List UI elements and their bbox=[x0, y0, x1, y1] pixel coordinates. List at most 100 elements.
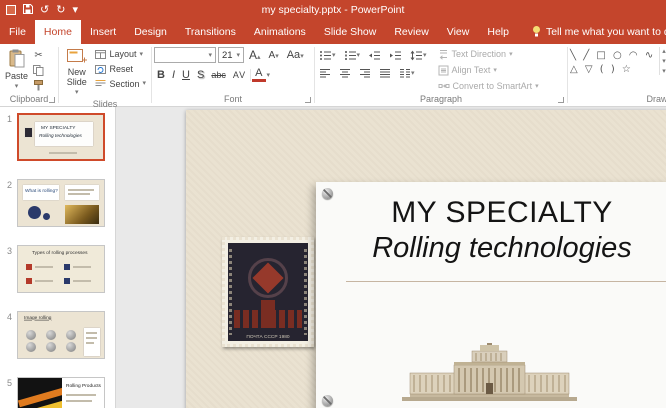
align-left-button[interactable] bbox=[317, 67, 333, 80]
save-button[interactable] bbox=[23, 4, 33, 17]
decrease-indent-button[interactable] bbox=[366, 49, 383, 62]
caret-down-icon: ▾ bbox=[75, 89, 79, 96]
shapes-more-icon[interactable]: ▾ bbox=[662, 67, 666, 75]
shape-gallery-row2[interactable]: △ ▽ ( ) ☆ bbox=[570, 63, 655, 77]
slide-number: 3 bbox=[2, 245, 17, 293]
customize-qat-caret-icon[interactable]: ▾ bbox=[72, 5, 78, 16]
change-case-button[interactable]: Aa▾ bbox=[284, 49, 307, 61]
cut-button[interactable]: ✂ bbox=[31, 49, 46, 62]
stamp-building-tower bbox=[261, 300, 275, 328]
increase-indent-button[interactable] bbox=[387, 49, 404, 62]
bold-button[interactable]: B bbox=[154, 69, 168, 81]
slide-5-thumbnail[interactable]: Rolling Products bbox=[17, 377, 105, 408]
undo-button[interactable]: ↺ bbox=[40, 5, 49, 16]
tab-insert[interactable]: Insert bbox=[81, 20, 125, 44]
shape-gallery-row1[interactable]: ╲ ╱ □ ○ ◠ ∿ bbox=[570, 49, 655, 63]
new-slide-button[interactable]: New Slide ▾ bbox=[61, 47, 92, 98]
thumbnail-row-1[interactable]: 1 MY SPECIALTY Rolling technologies bbox=[2, 113, 115, 161]
tab-transitions[interactable]: Transitions bbox=[176, 20, 245, 44]
copy-button[interactable] bbox=[31, 64, 46, 77]
thumb-roll-diagram bbox=[26, 330, 36, 340]
italic-button[interactable]: I bbox=[169, 69, 178, 81]
caret-down-icon[interactable]: ▾ bbox=[267, 72, 271, 79]
slide-3-thumbnail[interactable]: Types of rolling processes bbox=[17, 245, 105, 293]
paste-clipboard-icon bbox=[9, 49, 25, 71]
tab-animations[interactable]: Animations bbox=[245, 20, 315, 44]
tab-slide-show[interactable]: Slide Show bbox=[315, 20, 386, 44]
thumb-text-box bbox=[65, 185, 99, 200]
slide-1-thumbnail[interactable]: MY SPECIALTY Rolling technologies bbox=[17, 113, 105, 161]
align-center-button[interactable] bbox=[337, 67, 353, 80]
font-name-combo[interactable]: ▾ bbox=[154, 47, 216, 63]
tell-me-label: Tell me what you want to do bbox=[546, 26, 666, 38]
divider-line bbox=[346, 281, 666, 282]
underline-button[interactable]: U bbox=[179, 69, 193, 81]
ribbon-tab-bar: File Home Insert Design Transitions Anim… bbox=[0, 20, 666, 44]
font-group-label: Font bbox=[154, 93, 312, 106]
text-shadow-button[interactable]: S bbox=[194, 69, 207, 81]
format-painter-button[interactable] bbox=[31, 79, 46, 92]
caret-down-icon: ▾ bbox=[15, 83, 19, 90]
paragraph-group: ▾ ▾ ▾ bbox=[315, 44, 567, 106]
tab-help[interactable]: Help bbox=[478, 20, 518, 44]
font-color-button[interactable]: A bbox=[252, 68, 265, 82]
slide-subtitle-text[interactable]: Rolling technologies bbox=[316, 232, 666, 265]
thumb-blue-icon bbox=[64, 264, 70, 270]
columns-button[interactable]: ▾ bbox=[397, 67, 417, 80]
title-panel[interactable]: MY SPECIALTY Rolling technologies bbox=[316, 182, 666, 408]
new-slide-icon bbox=[67, 49, 87, 67]
tab-file[interactable]: File bbox=[0, 20, 35, 44]
thumb-circle-shape bbox=[43, 213, 50, 220]
current-slide[interactable]: ПОЧТА СССР 1980 MY SPECIALTY Rolling tec… bbox=[186, 110, 666, 408]
align-text-button[interactable]: Align Text▾ bbox=[435, 64, 542, 77]
bullets-button[interactable]: ▾ bbox=[317, 49, 338, 62]
thumbnail-row-3[interactable]: 3 Types of rolling processes bbox=[2, 245, 115, 293]
reset-button[interactable]: Reset bbox=[92, 63, 149, 76]
font-dialog-launcher[interactable] bbox=[305, 97, 311, 103]
screw-decor-bottom-left bbox=[322, 395, 333, 406]
section-button[interactable]: Section▾ bbox=[92, 78, 149, 91]
thumb-stamp-image bbox=[25, 128, 32, 137]
clipboard-group-label: Clipboard bbox=[2, 93, 56, 106]
thumbnail-row-2[interactable]: 2 What is rolling? bbox=[2, 179, 115, 227]
tell-me-box[interactable]: Tell me what you want to do bbox=[532, 20, 666, 44]
thumb-text-box: What is rolling? bbox=[23, 185, 59, 200]
tab-design[interactable]: Design bbox=[125, 20, 176, 44]
postage-stamp-image[interactable]: ПОЧТА СССР 1980 bbox=[222, 237, 314, 347]
font-size-combo[interactable]: 21▾ bbox=[218, 47, 244, 63]
layout-button[interactable]: Layout▾ bbox=[92, 48, 149, 61]
text-direction-button[interactable]: Text Direction▾ bbox=[435, 48, 542, 61]
line-spacing-button[interactable]: ▾ bbox=[408, 49, 429, 62]
shapes-scroll-up-icon[interactable]: ▴ bbox=[662, 47, 666, 55]
convert-to-smartart-button[interactable]: Convert to SmartArt▾ bbox=[435, 80, 542, 93]
paste-button[interactable]: Paste ▾ bbox=[2, 47, 31, 92]
powerpoint-app-icon bbox=[6, 5, 16, 15]
thumb-roll-diagram bbox=[66, 330, 76, 340]
thumbnail-row-4[interactable]: 4 Image rolling bbox=[2, 311, 115, 359]
slide-4-thumbnail[interactable]: Image rolling bbox=[17, 311, 105, 359]
shapes-scroll-down-icon[interactable]: ▾ bbox=[662, 57, 666, 65]
tab-home[interactable]: Home bbox=[35, 20, 81, 44]
grow-font-button[interactable]: A▴ bbox=[246, 48, 264, 62]
thumbnail-row-5[interactable]: 5 Rolling Products bbox=[2, 377, 115, 408]
building-image[interactable] bbox=[402, 343, 577, 404]
align-right-button[interactable] bbox=[357, 67, 373, 80]
slide-2-thumbnail[interactable]: What is rolling? bbox=[17, 179, 105, 227]
shrink-font-button[interactable]: A▾ bbox=[266, 50, 282, 61]
stamp-right-text-decor bbox=[304, 249, 307, 335]
tab-review[interactable]: Review bbox=[385, 20, 437, 44]
thumb-text-box bbox=[84, 328, 100, 356]
powerpoint-window: ↺ ↻ ▾ my specialty.pptx - PowerPoint Fil… bbox=[0, 0, 666, 408]
strikethrough-button[interactable]: abc bbox=[208, 70, 229, 80]
slide-number: 2 bbox=[2, 179, 17, 227]
tab-view[interactable]: View bbox=[438, 20, 479, 44]
character-spacing-button[interactable]: AV bbox=[230, 70, 249, 80]
divider bbox=[250, 69, 251, 81]
justify-button[interactable] bbox=[377, 67, 393, 80]
paragraph-dialog-launcher[interactable] bbox=[558, 97, 564, 103]
slide-title-text[interactable]: MY SPECIALTY bbox=[316, 196, 666, 230]
clipboard-dialog-launcher[interactable] bbox=[49, 97, 55, 103]
clipboard-group: Paste ▾ ✂ Clipboard bbox=[0, 44, 58, 106]
redo-button[interactable]: ↻ bbox=[56, 5, 65, 16]
numbering-button[interactable]: ▾ bbox=[342, 49, 363, 62]
